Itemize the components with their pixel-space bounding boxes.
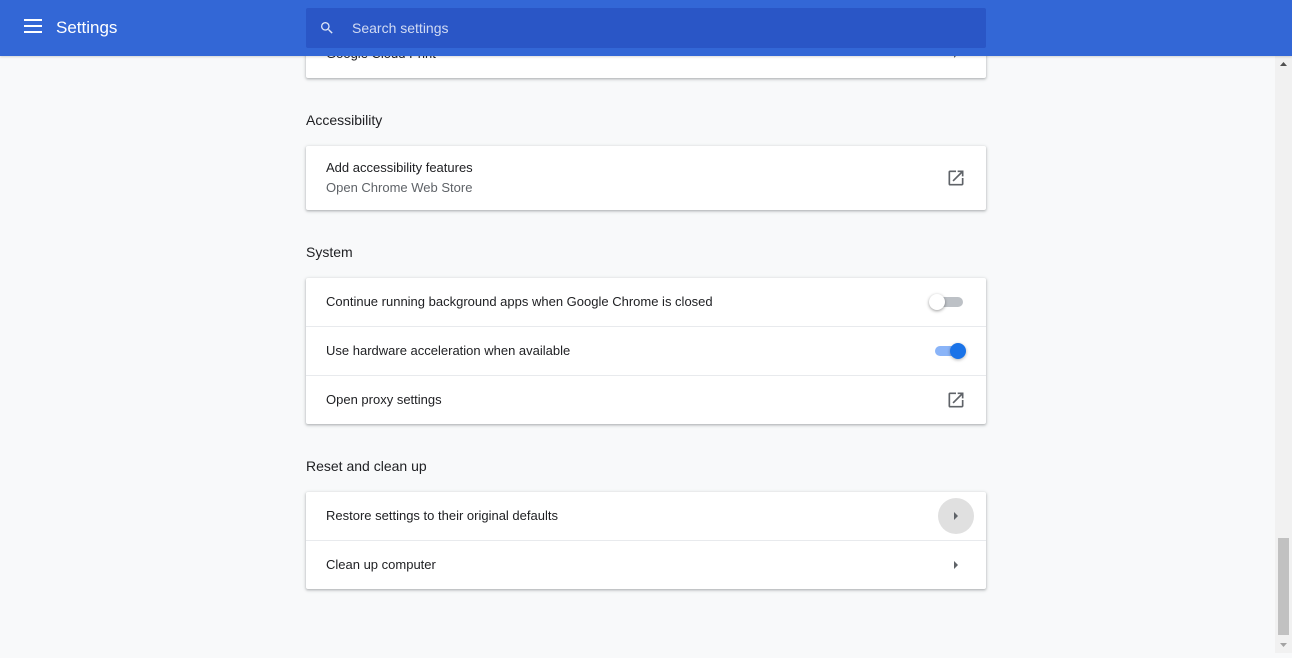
scroll-thumb[interactable]	[1278, 538, 1289, 635]
restore-settings-arrow-button[interactable]	[938, 498, 974, 534]
restore-settings-label: Restore settings to their original defau…	[326, 508, 558, 523]
background-apps-toggle[interactable]	[929, 292, 966, 312]
hardware-acceleration-row: Use hardware acceleration when available	[306, 326, 986, 375]
clean-up-computer-label: Clean up computer	[326, 557, 436, 572]
reset-card: Restore settings to their original defau…	[306, 492, 986, 589]
open-proxy-settings-row[interactable]: Open proxy settings	[306, 375, 986, 424]
search-box[interactable]	[306, 8, 986, 48]
main-menu-button[interactable]	[18, 12, 50, 44]
clean-up-computer-row[interactable]: Clean up computer	[306, 540, 986, 589]
scroll-up-button[interactable]	[1275, 56, 1292, 73]
hamburger-menu-icon	[24, 19, 42, 33]
arrow-right-icon	[954, 561, 958, 569]
external-link-icon[interactable]	[946, 168, 966, 188]
background-apps-label: Continue running background apps when Go…	[326, 294, 713, 309]
arrow-down-icon	[1280, 643, 1287, 647]
search-input[interactable]	[352, 8, 972, 48]
accessibility-section-title: Accessibility	[306, 112, 383, 128]
accessibility-card: Add accessibility features Open Chrome W…	[306, 146, 986, 210]
system-section-title: System	[306, 244, 353, 260]
clean-up-computer-arrow-button[interactable]	[938, 547, 974, 583]
reset-section-title: Reset and clean up	[306, 458, 427, 474]
page-title: Settings	[56, 18, 118, 37]
restore-settings-row[interactable]: Restore settings to their original defau…	[306, 492, 986, 540]
background-apps-row: Continue running background apps when Go…	[306, 278, 986, 326]
open-chrome-web-store-label: Open Chrome Web Store	[326, 180, 473, 195]
toggle-knob	[929, 294, 945, 310]
search-icon	[321, 22, 333, 34]
external-link-icon[interactable]	[946, 390, 966, 410]
scroll-down-button[interactable]	[1275, 636, 1292, 653]
hardware-acceleration-toggle[interactable]	[932, 341, 966, 361]
toggle-knob	[950, 343, 966, 359]
arrow-up-icon	[1280, 62, 1287, 66]
page-scrollbar[interactable]	[1275, 56, 1292, 653]
add-accessibility-features-row[interactable]: Add accessibility features Open Chrome W…	[306, 146, 986, 210]
open-proxy-settings-label: Open proxy settings	[326, 392, 442, 407]
system-card: Continue running background apps when Go…	[306, 278, 986, 424]
arrow-right-icon	[954, 512, 958, 520]
hardware-acceleration-label: Use hardware acceleration when available	[326, 343, 571, 358]
settings-toolbar: Settings	[0, 0, 1292, 56]
add-accessibility-features-label: Add accessibility features	[326, 160, 473, 175]
settings-page: Google Cloud Print Accessibility Add acc…	[0, 0, 1276, 653]
